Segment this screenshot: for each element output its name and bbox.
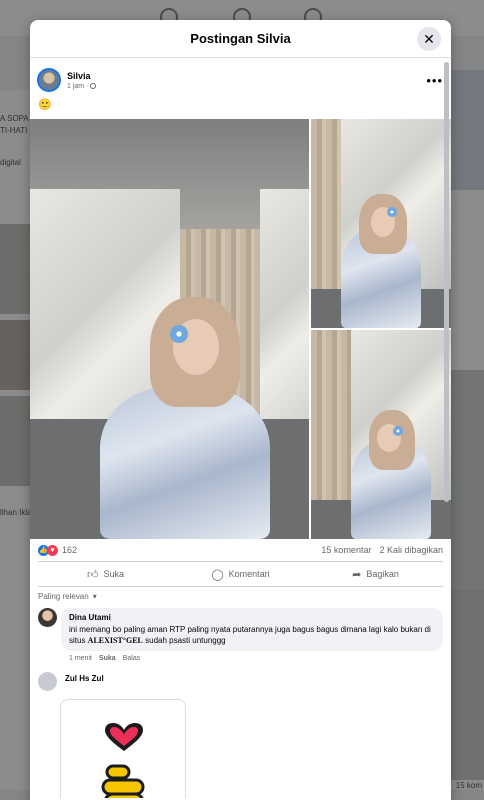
hair-flower (170, 325, 188, 343)
commenter-avatar[interactable] (38, 672, 57, 691)
modal-title: Postingan Silvia (190, 31, 291, 46)
comment-bubble: Dina Utami ini memang bo paling aman RTP… (61, 608, 443, 651)
comment-bubble-icon: ◯ (211, 568, 224, 581)
thumbs-up-icon: 👍︎ (86, 568, 99, 581)
comment-sticker[interactable] (60, 699, 186, 800)
share-label: Bagikan (366, 569, 399, 579)
post-time[interactable]: 1 jam (67, 83, 84, 90)
bg-image (450, 370, 484, 610)
bg-image (0, 320, 30, 390)
background-left-column: A SOPA TI-HATI digital lihan Iklan (0, 90, 36, 790)
background-right-column: 15 kom (450, 70, 484, 790)
close-icon: ✕ (423, 30, 435, 47)
hair-flower (387, 207, 397, 217)
comment-text-part: sudah psasti untunggg (142, 636, 226, 645)
post-modal: Postingan Silvia ✕ Silvia 1 jam · ••• 🙂 (30, 20, 451, 800)
post-actions: 👍︎ Suka ◯ Komentari ➦ Bagikan (38, 561, 443, 587)
reactions-count[interactable]: 162 (62, 545, 77, 555)
comment-item: Dina Utami ini memang bo paling aman RTP… (30, 606, 451, 668)
comments-count[interactable]: 15 komentar (321, 545, 371, 555)
shares-count[interactable]: 2 Kali dibagikan (379, 545, 443, 555)
bg-image (450, 70, 484, 190)
love-reaction-icon: ♥ (47, 544, 58, 556)
bg-snippet: A SOPA (0, 114, 29, 123)
comment-like-button[interactable]: Suka (99, 655, 116, 662)
more-options-button[interactable]: ••• (426, 73, 443, 88)
finger-heart-sticker-icon (101, 764, 145, 800)
modal-header: Postingan Silvia ✕ (30, 20, 451, 58)
bg-snippet: digital (0, 158, 21, 167)
post-header: Silvia 1 jam · ••• (30, 58, 451, 96)
comment-time[interactable]: 1 menit (69, 655, 92, 662)
globe-icon (90, 83, 97, 89)
close-button[interactable]: ✕ (417, 27, 441, 51)
comment-footer: 1 menit Suka Balas (61, 651, 443, 666)
post-photo-2[interactable] (311, 119, 451, 328)
commenter-avatar[interactable] (38, 608, 57, 627)
more-dots-icon: ••• (426, 72, 443, 88)
comment-brand: ALEXIST°GEL (87, 636, 143, 645)
like-button[interactable]: 👍︎ Suka (38, 562, 173, 586)
commenter-name[interactable]: Zul Hs Zul (61, 674, 104, 683)
post-meta: 1 jam · (67, 82, 97, 90)
comment-body: Zul Hs Zul (61, 672, 104, 691)
modal-scrollbar[interactable] (444, 62, 449, 502)
author-info: Silvia 1 jam · (67, 71, 97, 90)
meta-separator: · (86, 82, 89, 90)
bg-image (0, 224, 30, 314)
bg-snippet: 15 kom (455, 781, 482, 790)
dress (100, 387, 270, 539)
comment-item: Zul Hs Zul (30, 670, 451, 693)
post-photo-3[interactable] (311, 330, 451, 539)
heart-sticker-icon (105, 723, 143, 751)
photo-grid (30, 119, 451, 539)
post-photo-main[interactable] (30, 119, 309, 539)
commenter-name[interactable]: Dina Utami (69, 613, 435, 622)
comment-label: Komentari (228, 569, 270, 579)
comment-filter-dropdown[interactable]: Paling relevan ▾ (30, 587, 120, 606)
author-name[interactable]: Silvia (67, 71, 96, 81)
author-avatar[interactable] (37, 68, 61, 92)
post-stats: 👍 ♥ 162 15 komentar 2 Kali dibagikan (30, 539, 451, 561)
comment-filter-label: Paling relevan (38, 592, 89, 601)
comment-text: ini memang bo paling aman RTP paling nya… (69, 624, 435, 646)
like-label: Suka (103, 569, 124, 579)
share-arrow-icon: ➦ (352, 568, 362, 581)
stats-right: 15 komentar 2 Kali dibagikan (321, 545, 443, 555)
post-text: 🙂 (38, 99, 52, 111)
bg-image (450, 590, 484, 780)
comment-body: Dina Utami ini memang bo paling aman RTP… (61, 608, 443, 666)
bg-snippet: TI-HATI (0, 126, 28, 135)
hair-flower (393, 426, 403, 436)
caret-down-icon: ▾ (92, 592, 97, 601)
comment-reply-button[interactable]: Balas (123, 655, 141, 662)
comment-button[interactable]: ◯ Komentari (173, 562, 308, 586)
post-scroll-area[interactable]: Silvia 1 jam · ••• 🙂 👍 ♥ 162 15 komentar… (30, 58, 451, 800)
bg-image (0, 396, 30, 486)
share-button[interactable]: ➦ Bagikan (308, 562, 443, 586)
